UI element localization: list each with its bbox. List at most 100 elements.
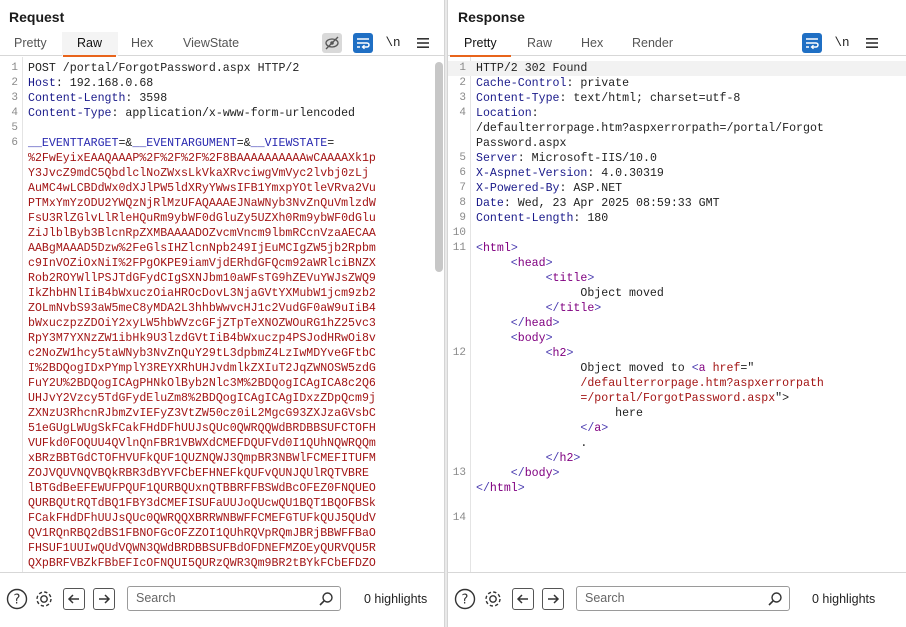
response-code-line[interactable]: </h2> [448, 451, 906, 466]
response-code-line[interactable]: /defaulterrorpage.htm?aspxerrorpath [448, 376, 906, 391]
request-code-line[interactable]: AABgMAAAD5Dzw%2FeGlsIHZlcnNpb249IjEuMCIg… [0, 241, 444, 256]
response-code-line[interactable]: Password.aspx [448, 136, 906, 151]
request-code-line[interactable]: 5 [0, 121, 444, 136]
response-code-line[interactable]: <title> [448, 271, 906, 286]
response-code-line[interactable]: </a> [448, 421, 906, 436]
request-search-input[interactable] [136, 591, 306, 605]
request-code-line[interactable]: 51eGUgLWUgSkFCakFHdDFhUUJsQUc0QWRQQWdBRD… [0, 421, 444, 436]
request-code-line[interactable]: Y3JvcZ9mdC5QbdlclNoZWxsLkVkaXRvciwgVmVyc… [0, 166, 444, 181]
request-code-line[interactable]: Rob2ROYWllPSJTdGFydCIgSXNJbm10aWFsTG9hZE… [0, 271, 444, 286]
request-highlights-count: 0 highlights [364, 592, 428, 606]
newline-toggle[interactable]: \n [383, 33, 403, 53]
help-icon[interactable]: ? [6, 588, 28, 610]
request-tab-hex[interactable]: Hex [131, 36, 153, 56]
request-code-line[interactable]: IkZhbHNlIiB4bWxuczOiaHROcDovL3NjaGVtYXMu… [0, 286, 444, 301]
request-code-line[interactable]: AuMC4wLCBDdWx0dXJlPW5ldXRyYWwsIFB1YmxpYO… [0, 181, 444, 196]
help-icon[interactable]: ? [454, 588, 476, 610]
response-code-line[interactable]: </html> [448, 481, 906, 496]
response-code-line[interactable]: 12 <h2> [448, 346, 906, 361]
response-code-line[interactable] [448, 496, 906, 511]
word-wrap-icon[interactable] [802, 33, 822, 53]
response-code-line[interactable]: 1 HTTP/2 302 Found [448, 61, 906, 76]
line-number: 3 [11, 92, 18, 104]
response-code-line[interactable]: 2 Cache-Control: private [448, 76, 906, 91]
previous-arrow-icon[interactable] [512, 588, 534, 610]
request-code-line[interactable]: QURBQUtRQTdBQ1FBY3dCMEFISUFaUUJoQUcwQU1B… [0, 496, 444, 511]
request-code-line[interactable]: PTMxYmYzODU2YWQzNjRlMzUFAQAAAEJNaWNyb3Nv… [0, 196, 444, 211]
request-code-line[interactable]: FuY2U%2BDQogICAgPHNkOlByb2Nlc3M%2BDQogIC… [0, 376, 444, 391]
response-code-line[interactable]: </head> [448, 316, 906, 331]
request-tab-pretty[interactable]: Pretty [14, 36, 47, 56]
response-code-line[interactable]: 7 X-Powered-By: ASP.NET [448, 181, 906, 196]
request-code-line[interactable]: UHJvY2Vzcy5TdGFydEluZm8%2BDQogICAgICAgID… [0, 391, 444, 406]
request-code-line[interactable]: QV1RQnRBQ2dBS1FBNOFGcOFZZOI1QUhRQVpRQmJB… [0, 526, 444, 541]
response-menu-icon[interactable] [862, 33, 882, 53]
request-code-line[interactable]: 1 POST /portal/ForgotPassword.aspx HTTP/2 [0, 61, 444, 76]
response-code-line[interactable]: 10 [448, 226, 906, 241]
response-code-line[interactable]: 9 Content-Length: 180 [448, 211, 906, 226]
next-arrow-icon[interactable] [93, 588, 115, 610]
response-code-line[interactable]: 14 [448, 511, 906, 526]
response-code-line[interactable]: =/portal/ForgotPassword.aspx"> [448, 391, 906, 406]
response-code-line[interactable]: /defaulterrorpage.htm?aspxerrorpath=/por… [448, 121, 906, 136]
hide-nonprintable-icon[interactable] [322, 33, 342, 53]
request-code-line[interactable]: FsU3RlZGlvLlRleHQuRm9ybWF0dGluZy5UZXh0Rm… [0, 211, 444, 226]
request-code-line[interactable]: FCakFHdDFhUUJsQUc0QWRQQXBRRWNBWFFCMEFGTU… [0, 511, 444, 526]
response-code-line[interactable]: here [448, 406, 906, 421]
request-code-line[interactable]: c2NoZW1hcy5taWNyb3NvZnQuY29tL3dpbmZ4LzIw… [0, 346, 444, 361]
response-code-line[interactable]: 3 Content-Type: text/html; charset=utf-8 [448, 91, 906, 106]
request-tab-raw[interactable]: Raw [62, 36, 117, 57]
request-code-line[interactable]: ZOLmNvbS93aW5meC8yMDA2L3hhbWwvcHJ1c2VudG… [0, 301, 444, 316]
response-code-line[interactable]: 13 </body> [448, 466, 906, 481]
request-code-line[interactable]: c9InVOZiOxNiI%2FPgOKPE9iamVjdERhdGFQcm92… [0, 256, 444, 271]
response-code-line[interactable]: <head> [448, 256, 906, 271]
request-code-line[interactable]: %2FwEyixEAAQAAAP%2F%2F%2F%2F8BAAAAAAAAAA… [0, 151, 444, 166]
response-code-line[interactable]: <body> [448, 331, 906, 346]
request-code-line[interactable]: RpY3M7YXNzZW1ibHk9U3lzdGVtIiB4bWxuczp4PS… [0, 331, 444, 346]
request-tab-viewstate[interactable]: ViewState [183, 36, 239, 56]
response-code-line[interactable]: 6 X-Aspnet-Version: 4.0.30319 [448, 166, 906, 181]
response-code-line[interactable]: 5 Server: Microsoft-IIS/10.0 [448, 151, 906, 166]
request-editor[interactable]: 1 POST /portal/ForgotPassword.aspx HTTP/2… [0, 57, 444, 572]
request-code-line[interactable]: ZXNzU3RhcnRJbmZvIEFyZ3VtZW50cz0iL2MgcG93… [0, 406, 444, 421]
request-code-line[interactable]: ZiJlblByb3BlcnRpZXMBAAAADOZvcmVncm9lbmRC… [0, 226, 444, 241]
next-arrow-icon[interactable] [542, 588, 564, 610]
response-code-line[interactable]: Object moved [448, 286, 906, 301]
request-code-line[interactable]: I%2BDQogIDxPYmplY3REYXRhUHJvdmlkZXIuT2Jq… [0, 361, 444, 376]
response-tab-pretty[interactable]: Pretty [450, 36, 511, 57]
response-tab-hex[interactable]: Hex [581, 36, 603, 56]
request-scrollbar[interactable] [435, 62, 443, 272]
response-code-line[interactable]: Object moved to <a href=" [448, 361, 906, 376]
request-code-line[interactable]: QXpBRFVBZkFBbEFIcOFNQUI5QURzQWR3Qm9BR2tB… [0, 556, 444, 571]
response-editor[interactable]: 1 HTTP/2 302 Found 2 Cache-Control: private… [448, 57, 906, 572]
previous-arrow-icon[interactable] [63, 588, 85, 610]
settings-gear-icon[interactable] [482, 588, 504, 610]
request-code-line[interactable]: FHSUF1UUIwQUdVQWN3QWdBRDBBSUFBdOFDNEFMZO… [0, 541, 444, 556]
request-menu-icon[interactable] [413, 33, 433, 53]
code-token: > [517, 482, 525, 495]
response-code-line[interactable]: 11 <html> [448, 241, 906, 256]
request-code-line[interactable]: xBRzBBTGdCTOFHVUFkQUF1QUZNQWJ3QmpBR3NBWl… [0, 451, 444, 466]
request-code-line[interactable]: bWxuczpzZDOiY2xyLW5hbWVzcGFjZTpTeXNOZWOu… [0, 316, 444, 331]
response-code-line[interactable]: </title> [448, 301, 906, 316]
request-code-line[interactable]: VUFkd0FOQUU4QVlnQnFBR1VBWXdCMEFDQUFVd0I1… [0, 436, 444, 451]
request-code-line[interactable]: 4 Content-Type: application/x-www-form-ur… [0, 106, 444, 121]
response-search-input[interactable] [585, 591, 755, 605]
newline-toggle[interactable]: \n [832, 33, 852, 53]
request-search-box[interactable] [127, 586, 341, 611]
response-code-line[interactable]: . [448, 436, 906, 451]
response-tab-raw[interactable]: Raw [527, 36, 552, 56]
response-search-box[interactable] [576, 586, 790, 611]
response-tab-render[interactable]: Render [632, 36, 673, 56]
request-code-line[interactable]: 6 __EVENTTARGET=&__EVENTARGUMENT=&__VIEWS… [0, 136, 444, 151]
request-code-line[interactable]: 2 Host: 192.168.0.68 [0, 76, 444, 91]
word-wrap-icon[interactable] [353, 33, 373, 53]
search-icon[interactable] [318, 591, 334, 607]
settings-gear-icon[interactable] [33, 588, 55, 610]
response-code-line[interactable]: 8 Date: Wed, 23 Apr 2025 08:59:33 GMT [448, 196, 906, 211]
search-icon[interactable] [767, 591, 783, 607]
request-code-line[interactable]: 3 Content-Length: 3598 [0, 91, 444, 106]
request-code-line[interactable]: ZOJVQUVNQVBQkRBR3dBYVFCbEFHNEFkQUFvQUNJQ… [0, 466, 444, 481]
request-code-line[interactable]: lBTGdBeEFEWUFPQUF1QURBQUxnQTBBRFFBSWdBcO… [0, 481, 444, 496]
response-code-line[interactable]: 4 Location: [448, 106, 906, 121]
